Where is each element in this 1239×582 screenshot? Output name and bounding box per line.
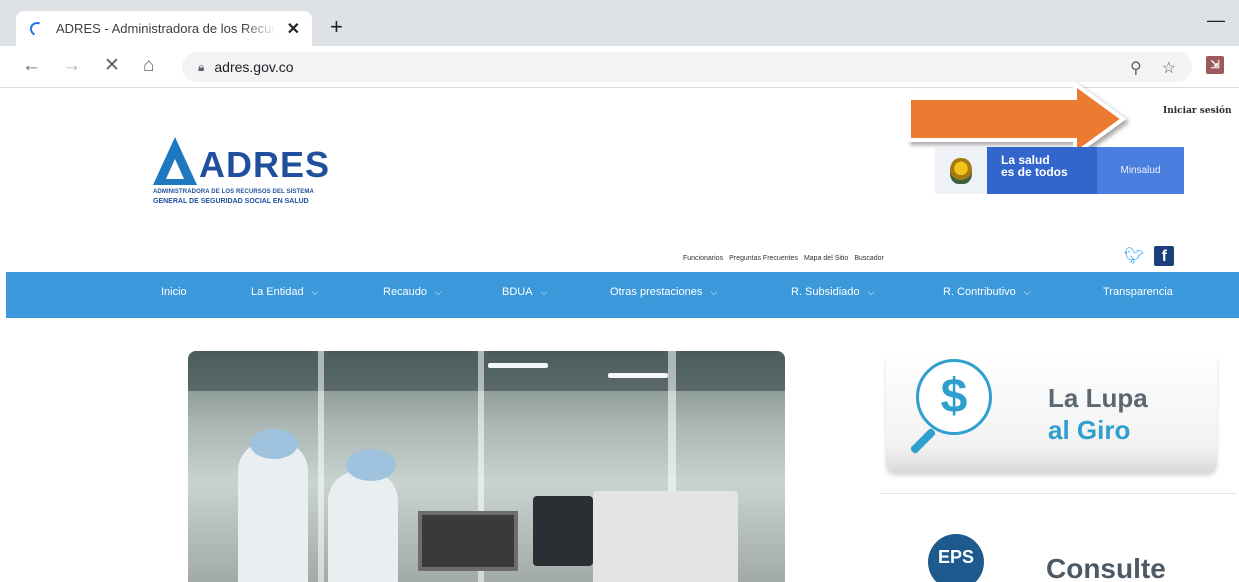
utility-links: Funcionarios Preguntas Frecuentes Mapa d…: [683, 255, 884, 262]
nav-item-transparencia[interactable]: Transparencia: [1103, 286, 1173, 298]
tab-title: ADRES - Administradora de los Recursos: [56, 21, 276, 36]
logo-subtitle-2: GENERAL DE SEGURIDAD SOCIAL EN SALUD: [153, 198, 309, 205]
main-navigation: Inicio La Entidad ⌵ Recaudo ⌵ BDUA ⌵ Otras …: [6, 272, 1239, 318]
nav-item-r-subsidiado[interactable]: R. Subsidiado ⌵: [791, 286, 874, 298]
logo-wordmark: ADRES: [199, 144, 331, 185]
eps-label: EPS: [937, 546, 975, 567]
link-mapa-del-sitio[interactable]: Mapa del Sitio: [804, 255, 848, 262]
address-bar[interactable]: 🔒︎ adres.gov.co ⚲ ☆: [182, 52, 1192, 82]
la-lupa-al-giro-card[interactable]: $ La Lupa al Giro: [886, 353, 1217, 473]
stop-icon[interactable]: ✕: [104, 55, 120, 77]
tab-strip: ADRES - Administradora de los Recursos ✕…: [0, 0, 1239, 46]
nav-item-r-contributivo[interactable]: R. Contributivo ⌵: [943, 286, 1031, 298]
link-funcionarios[interactable]: Funcionarios: [683, 255, 723, 262]
browser-tab[interactable]: ADRES - Administradora de los Recursos ✕: [16, 11, 312, 46]
nav-item-bdua[interactable]: BDUA ⌵: [502, 286, 547, 298]
social-links: 🐦︎ f: [1124, 246, 1175, 266]
minimize-window-icon[interactable]: —: [1207, 10, 1225, 31]
login-link[interactable]: Iniciar sesión: [1163, 106, 1232, 116]
consulte-heading[interactable]: Consulte: [1046, 553, 1166, 582]
chevron-down-icon: ⌵: [867, 287, 875, 297]
nav-item-la-entidad[interactable]: La Entidad ⌵: [251, 286, 318, 298]
government-banner[interactable]: La salud es de todos Minsalud: [935, 147, 1184, 194]
dollar-symbol: $: [940, 370, 968, 423]
new-tab-button[interactable]: +: [330, 14, 343, 40]
loading-spinner-icon: [28, 19, 46, 38]
pdf-extension-icon[interactable]: ⇲: [1206, 56, 1224, 74]
facebook-icon[interactable]: f: [1154, 246, 1175, 266]
colombia-crest-icon: [935, 147, 987, 194]
salud-line-2: es de todos: [1001, 165, 1068, 179]
nav-item-otras-prestaciones[interactable]: Otras prestaciones ⌵: [610, 286, 717, 298]
back-icon[interactable]: ←: [22, 55, 41, 77]
link-preguntas-frecuentes[interactable]: Preguntas Frecuentes: [729, 255, 798, 262]
nav-item-recaudo[interactable]: Recaudo ⌵: [383, 286, 442, 298]
lock-icon: 🔒︎: [198, 59, 205, 74]
adres-logo[interactable]: ADRES ADMINISTRADORA DE LOS RECURSOS DEL…: [153, 137, 363, 205]
nav-item-inicio[interactable]: Inicio: [161, 286, 187, 298]
minsalud-label: Minsalud: [1097, 147, 1184, 194]
lupa-title-line-1: La Lupa: [1048, 383, 1148, 413]
chevron-down-icon: ⌵: [540, 287, 548, 297]
forward-icon[interactable]: →: [62, 55, 81, 77]
star-icon[interactable]: ☆: [1162, 58, 1176, 78]
url-text[interactable]: adres.gov.co: [214, 59, 293, 75]
logo-subtitle-1: ADMINISTRADORA DE LOS RECURSOS DEL SISTE…: [153, 189, 314, 195]
hero-banner-image[interactable]: [188, 351, 785, 582]
delta-logo-icon: [153, 137, 197, 185]
zoom-icon[interactable]: ⚲: [1130, 58, 1142, 78]
chevron-down-icon: ⌵: [1023, 287, 1031, 297]
chevron-down-icon: ⌵: [311, 287, 319, 297]
eps-icon[interactable]: EPS: [928, 534, 984, 582]
twitter-icon[interactable]: 🐦︎: [1124, 246, 1144, 266]
link-buscador[interactable]: Buscador: [854, 255, 884, 262]
home-icon[interactable]: ⌂: [143, 55, 154, 77]
chevron-down-icon: ⌵: [710, 287, 718, 297]
chevron-down-icon: ⌵: [435, 287, 442, 297]
close-tab-icon[interactable]: ✕: [287, 19, 300, 39]
salud-slogan: La salud es de todos: [987, 147, 1097, 194]
magnifier-dollar-icon: $: [916, 359, 992, 435]
sidebar-divider: [880, 493, 1237, 494]
lupa-title-line-2: al Giro: [1048, 415, 1131, 445]
